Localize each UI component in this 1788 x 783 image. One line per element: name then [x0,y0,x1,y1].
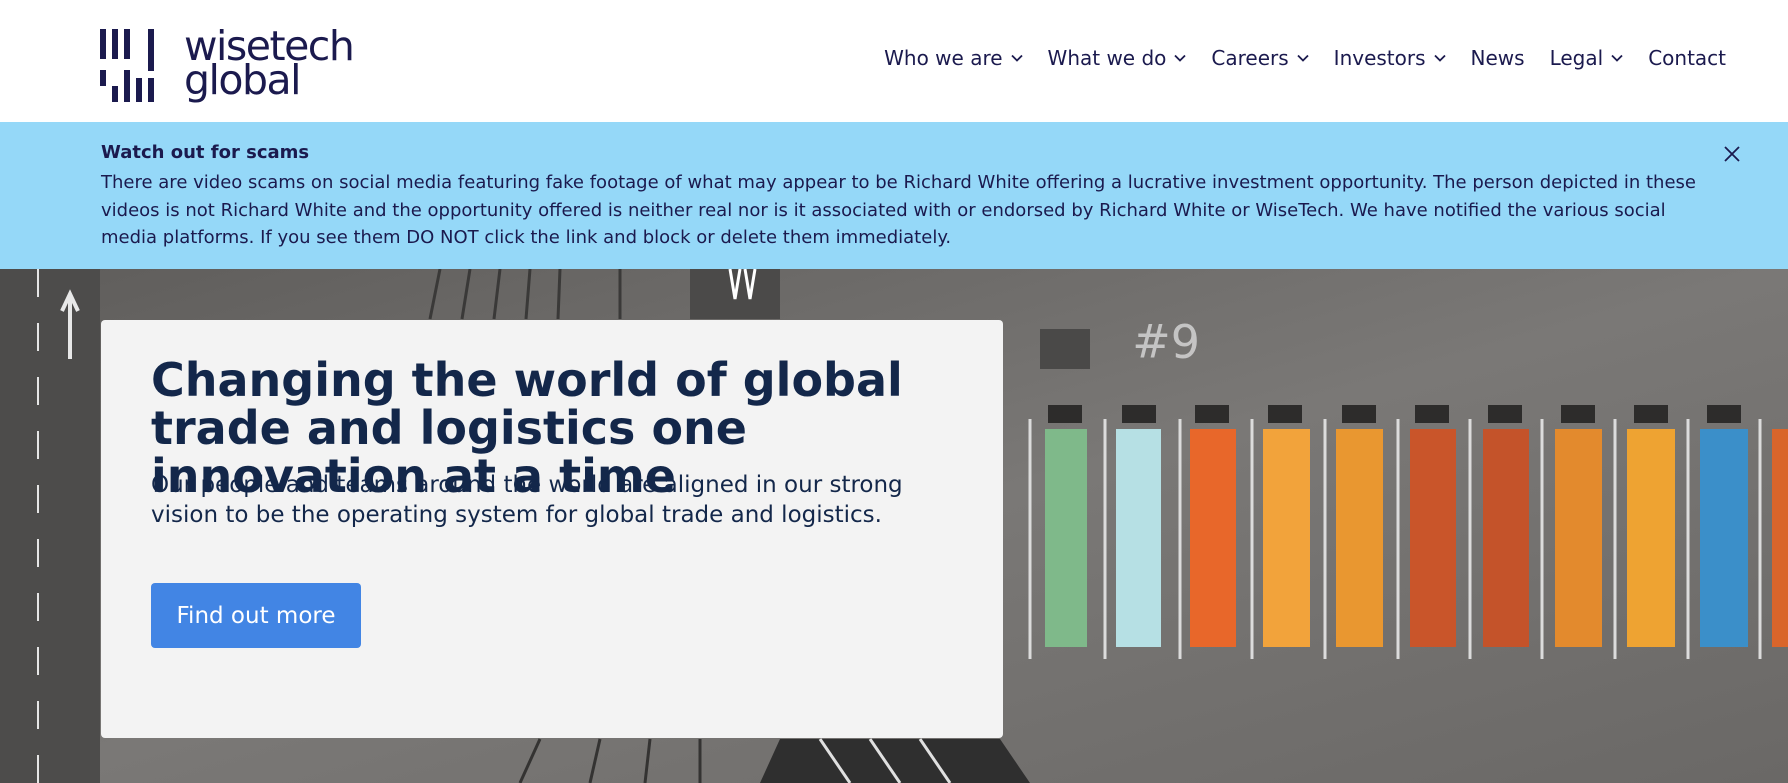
nav-label: Investors [1333,46,1426,70]
chevron-down-icon [1174,54,1187,62]
chevron-down-icon [1611,54,1623,62]
nav-what-we-do[interactable]: What we do [1048,46,1187,70]
find-out-more-button[interactable]: Find out more [151,583,361,648]
nav-careers[interactable]: Careers [1211,46,1309,70]
hero-subtitle: Our people and teams around the world ar… [151,472,903,528]
nav-label: Who we are [884,46,1003,70]
nav-investors[interactable]: Investors [1334,46,1446,70]
alert-message: There are video scams on social media fe… [101,172,1696,248]
nav-label: News [1470,46,1525,70]
nav-label: Contact [1648,46,1726,70]
chevron-down-icon [1010,54,1023,62]
logo-mark-icon [100,29,154,102]
scam-alert-banner: Watch out for scams There are video scam… [0,122,1788,269]
nav-legal[interactable]: Legal [1550,46,1624,70]
close-icon[interactable] [1722,144,1742,164]
nav-who-we-are[interactable]: Who we are [884,46,1023,70]
nav-label: Legal [1549,46,1604,70]
svg-text:6#: 6# [1132,313,1200,367]
nav-contact[interactable]: Contact [1648,46,1726,70]
nav-label: What we do [1047,46,1167,70]
wisetech-global-logo[interactable]: wisetech global [100,26,360,110]
chevron-down-icon [1297,54,1309,62]
logo-wordmark-line2: global [184,56,302,104]
nav-label: Careers [1211,46,1289,70]
chevron-down-icon [1433,54,1446,62]
nav-news[interactable]: News [1471,46,1525,70]
alert-title: Watch out for scams [101,142,310,163]
hero-card: Changing the world of global trade and l… [101,320,1003,738]
site-header: wisetech global Who we are What we do Ca… [0,0,1788,122]
main-nav: Who we are What we do Careers Investors … [859,46,1726,70]
